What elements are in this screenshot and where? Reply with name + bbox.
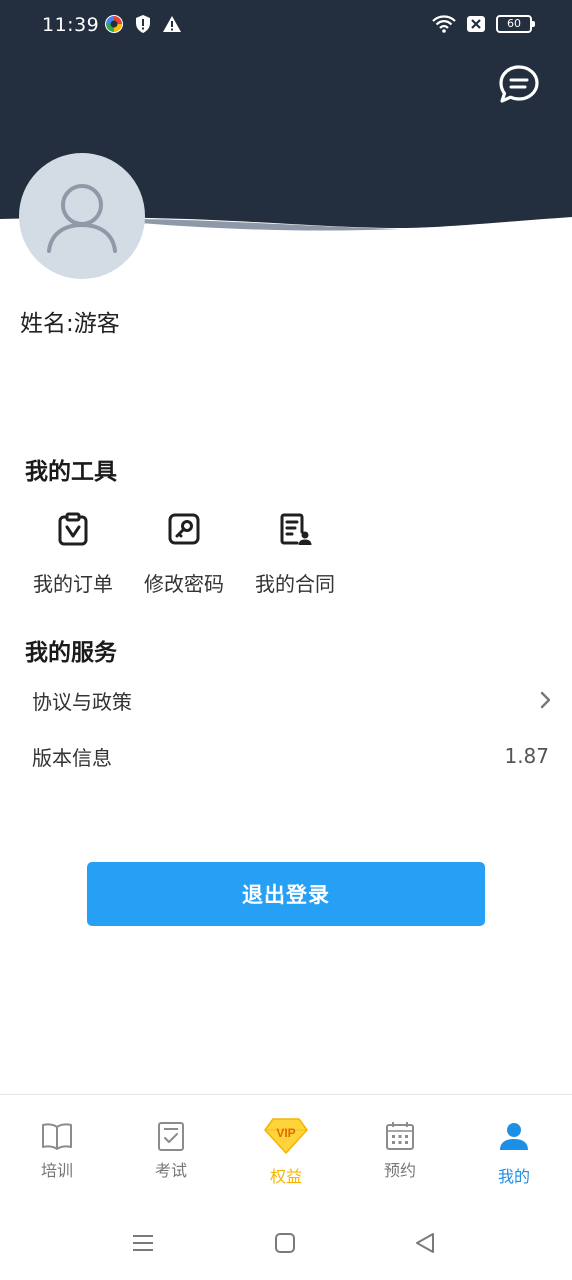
warning-icon: [163, 16, 181, 32]
app-color-icon: [105, 15, 123, 33]
menu-icon[interactable]: [132, 1232, 154, 1254]
shield-icon: [136, 15, 150, 33]
tab-mine[interactable]: 我的: [464, 1121, 564, 1187]
vip-badge-text: VIP: [276, 1126, 295, 1140]
user-icon: [500, 1123, 528, 1150]
avatar[interactable]: [19, 153, 145, 279]
wifi-icon: [432, 15, 456, 33]
chevron-right-icon: [540, 691, 551, 709]
contract-icon: [280, 513, 312, 545]
calendar-icon: [386, 1122, 414, 1150]
key-icon: [168, 513, 200, 545]
version-value: 1.87: [504, 744, 549, 768]
tab-benefits[interactable]: VIP 权益: [236, 1117, 336, 1187]
tab-label: 考试: [154, 1161, 187, 1180]
home-icon[interactable]: [274, 1232, 296, 1254]
tool-my-orders[interactable]: 我的订单: [23, 512, 123, 597]
message-icon[interactable]: [498, 64, 540, 106]
version-label: 版本信息: [32, 745, 112, 770]
status-time: 11:39: [42, 14, 100, 36]
user-name-label: 姓名:游客: [20, 311, 120, 337]
policy-row[interactable]: 协议与政策: [32, 680, 552, 720]
tab-label: 培训: [40, 1161, 73, 1180]
logout-button[interactable]: 退出登录: [87, 862, 485, 926]
tab-exam[interactable]: 考试: [121, 1121, 221, 1181]
book-icon: [42, 1123, 72, 1150]
order-icon: [58, 512, 88, 546]
services-section-title: 我的服务: [25, 640, 117, 666]
version-row: 版本信息 1.87: [32, 736, 552, 776]
exam-icon: [158, 1122, 184, 1151]
tab-training[interactable]: 培训: [7, 1121, 107, 1181]
bottom-tab-bar: 培训 考试 VIP 权益 预约 我的: [0, 1094, 572, 1206]
status-bar: 11:39 60: [0, 0, 572, 52]
tab-booking[interactable]: 预约: [350, 1121, 450, 1181]
system-nav-bar: [0, 1206, 572, 1280]
person-icon: [47, 184, 117, 253]
tool-label: 我的订单: [33, 572, 113, 596]
tool-label: 修改密码: [144, 572, 224, 596]
tool-change-password[interactable]: 修改密码: [134, 512, 234, 597]
back-icon[interactable]: [414, 1232, 436, 1254]
tool-label: 我的合同: [255, 572, 335, 596]
tab-label: 我的: [497, 1167, 530, 1186]
tools-section-title: 我的工具: [25, 459, 117, 485]
tool-my-contracts[interactable]: 我的合同: [245, 512, 345, 597]
policy-label: 协议与政策: [32, 689, 132, 714]
tab-label: 预约: [383, 1161, 416, 1180]
vip-diamond-icon: VIP: [264, 1118, 308, 1154]
tab-label: 权益: [269, 1167, 302, 1186]
battery-icon: 60: [496, 15, 535, 33]
sim-off-icon: [467, 16, 485, 32]
